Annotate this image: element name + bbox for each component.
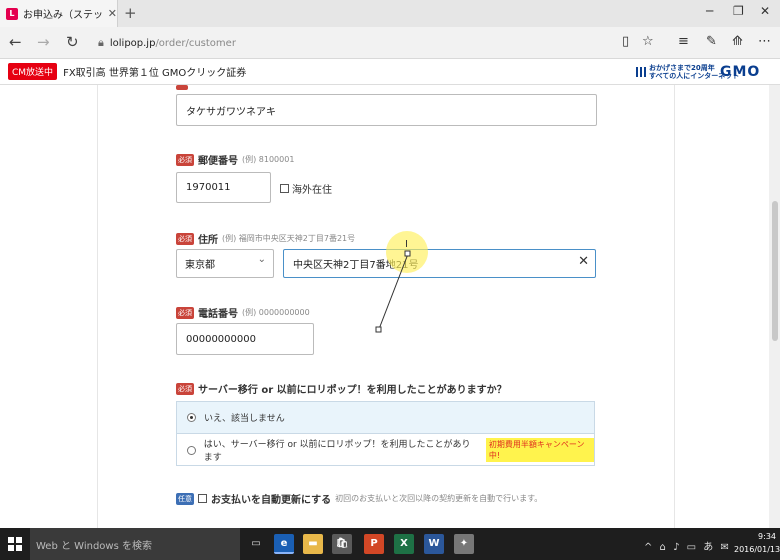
address-label: 必須 住所 (例) 福岡市中央区天神2丁目7番21号 [176,232,356,246]
migration-radio-group: いえ、該当しません はい、サーバー移行 or 以前にロリポップ！を利用したことが… [176,401,595,466]
restore-icon[interactable]: ❐ [733,4,744,18]
title-bar: L お申込み（ステップ3） ✕ + ─ ❐ ✕ [0,0,780,27]
clear-input-icon[interactable]: ✕ [578,254,589,269]
prefecture-value: 東京都 [185,260,215,271]
back-icon[interactable]: ← [9,33,22,51]
taskbar: Web と Windows を検索 ▭ e ▬ 🛍︎ P X W ✦ ^ ⌂ ♪… [0,528,780,560]
auto-renew-label[interactable]: お支払いを自動更新にする [211,491,331,506]
forward-icon[interactable]: → [37,33,50,51]
address-input[interactable]: 中央区天神2丁目7番地21号 ✕ [283,249,596,278]
tab-close-icon[interactable]: ✕ [108,7,117,20]
windows-start-icon[interactable] [8,537,22,551]
required-badge-partial [176,85,188,90]
required-badge: 必須 [176,153,194,166]
cm-badge: CM放送中 [8,63,58,80]
clock[interactable]: 9:34 2016/01/13 [734,530,780,556]
hub-icon[interactable]: ≡ [678,34,689,49]
gmo-logo: GMO [720,64,761,80]
overseas-checkbox[interactable]: 海外在住 [280,181,332,196]
auto-renew-checkbox[interactable] [198,494,207,503]
navigation-bar: ← → ↻ 🔒︎ lolipop.jp/order/customer ▯ ☆ ≡… [0,27,780,59]
task-view-icon[interactable]: ▭ [246,534,266,554]
phone-input[interactable]: 00000000000 [176,323,314,355]
powerpoint-icon[interactable]: P [364,534,384,554]
phone-label: 必須 電話番号 (例) 0000000000 [176,306,310,320]
address-bar[interactable]: 🔒︎ lolipop.jp/order/customer [98,32,638,54]
prefecture-select[interactable]: 東京都 ⌄ [176,249,274,278]
web-note-icon[interactable]: ✎ [706,34,717,49]
favorite-star-icon[interactable]: ☆ [642,34,654,49]
edge-browser-icon[interactable]: e [274,534,294,554]
radio-option-yes-label: はい、サーバー移行 or 以前にロリポップ！を利用したことがあります [203,440,471,463]
share-icon[interactable]: ⟰ [732,34,743,49]
system-tray-icons[interactable]: ^ ⌂ ♪ ▭ あ ✉ [644,538,731,553]
overseas-checkbox-box[interactable] [280,184,289,193]
reading-view-icon[interactable]: ▯ [622,34,629,49]
app-icon[interactable]: ✦ [454,534,474,554]
ad-text[interactable]: FX取引高 世界第１位 GMOクリック証券 [63,64,246,79]
taskbar-search-placeholder: Web と Windows を検索 [36,540,152,552]
migration-question: 必須 サーバー移行 or 以前にロリポップ！を利用したことがありますか？ [176,382,507,396]
auto-renew-note: 初回のお支払いと次回以降の契約更新を自動で行います。 [335,494,543,503]
optional-badge: 任意 [176,492,194,505]
radio-option-no[interactable]: いえ、該当しません [177,402,594,434]
favicon-icon: L [6,7,18,20]
name-kana-input[interactable]: タケサガワツネアキ [176,94,597,126]
store-icon[interactable]: 🛍︎ [332,534,352,554]
required-badge: 必須 [176,382,194,395]
more-icon[interactable]: ⋯ [758,34,771,49]
radio-option-no-label: いえ、該当しません [204,414,285,424]
required-badge: 必須 [176,232,194,245]
postal-label: 必須 郵便番号 (例) 8100001 [176,153,295,167]
scrollbar-thumb[interactable] [772,201,778,341]
url-text: lolipop.jp/order/customer [109,37,236,49]
page-content: タケサガワツネアキ 必須 郵便番号 (例) 8100001 1970011 海外… [0,85,780,528]
gmo-grid-icon [636,67,646,77]
radio-button-selected[interactable] [187,413,196,422]
lock-icon: 🔒︎ [98,36,104,49]
auto-renew-row: 任意 お支払いを自動更新にする 初回のお支払いと次回以降の契約更新を自動で行いま… [176,491,542,506]
excel-icon[interactable]: X [394,534,414,554]
clock-time: 9:34 [758,532,776,541]
file-explorer-icon[interactable]: ▬ [303,534,323,554]
clock-date: 2016/01/13 [734,545,780,554]
word-icon[interactable]: W [424,534,444,554]
new-tab-button[interactable]: + [124,4,137,22]
chevron-down-icon: ⌄ [257,254,266,265]
postal-code-input[interactable]: 1970011 [176,172,271,203]
minimize-icon[interactable]: ─ [706,4,713,18]
overseas-checkbox-label: 海外在住 [292,185,332,196]
required-badge: 必須 [176,306,194,319]
cursor-highlight [386,231,428,273]
campaign-badge: 初期費用半額キャンペーン中! [485,438,594,462]
radio-button[interactable] [187,445,196,455]
refresh-icon[interactable]: ↻ [66,33,79,51]
tab-title: お申込み（ステップ3） [22,10,103,21]
close-window-icon[interactable]: ✕ [760,4,770,18]
taskbar-search[interactable]: Web と Windows を検索 [30,528,240,560]
ad-banner[interactable]: CM放送中 FX取引高 世界第１位 GMOクリック証券 おかげさまで20周年 す… [0,59,780,85]
browser-tab[interactable]: L お申込み（ステップ3） ✕ [0,0,118,27]
radio-option-yes[interactable]: はい、サーバー移行 or 以前にロリポップ！を利用したことがあります 初期費用半… [177,434,594,466]
